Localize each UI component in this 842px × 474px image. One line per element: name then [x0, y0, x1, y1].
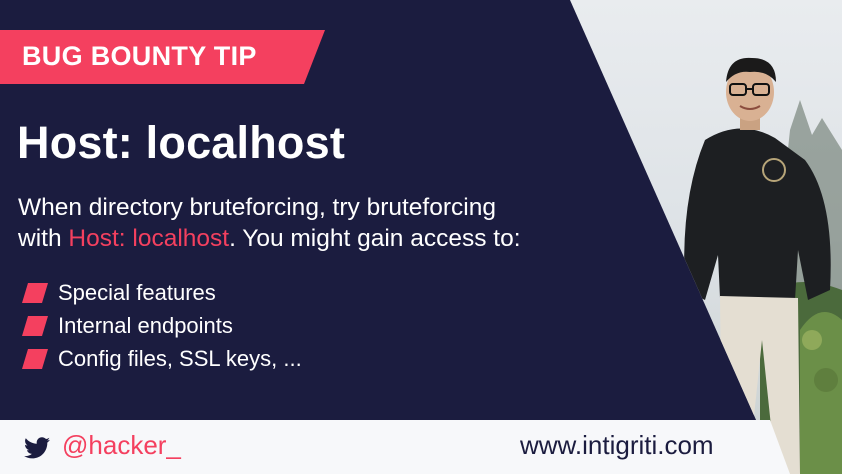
headline: Host: localhost: [17, 117, 346, 168]
list-item: Config files, SSL keys, ...: [22, 344, 302, 377]
bullet-marker-icon: [22, 316, 48, 336]
feature-list: Special features Internal endpoints Conf…: [22, 278, 302, 377]
bullet-marker-icon: [22, 283, 48, 303]
description-line2-suffix: . You might gain access to:: [229, 225, 521, 252]
twitter-icon: [24, 437, 50, 459]
description-line2-prefix: with: [18, 225, 69, 252]
tip-card: BUG BOUNTY TIP Host: localhost When dire…: [0, 0, 842, 474]
list-item: Special features: [22, 278, 302, 311]
website-url: www.intigriti.com: [520, 430, 714, 460]
bug-bounty-banner: BUG BOUNTY TIP: [0, 30, 325, 84]
banner-label: BUG BOUNTY TIP: [22, 41, 257, 71]
bullet-label: Config files, SSL keys, ...: [58, 346, 302, 371]
bullet-label: Internal endpoints: [58, 313, 233, 338]
description-highlight: Host: localhost: [68, 225, 230, 252]
list-item: Internal endpoints: [22, 311, 302, 344]
bullet-label: Special features: [58, 280, 216, 305]
description-line1: When directory bruteforcing, try brutefo…: [18, 194, 496, 221]
twitter-handle: @hacker_: [62, 430, 181, 460]
description: When directory bruteforcing, try brutefo…: [18, 192, 658, 254]
bullet-marker-icon: [22, 349, 48, 369]
